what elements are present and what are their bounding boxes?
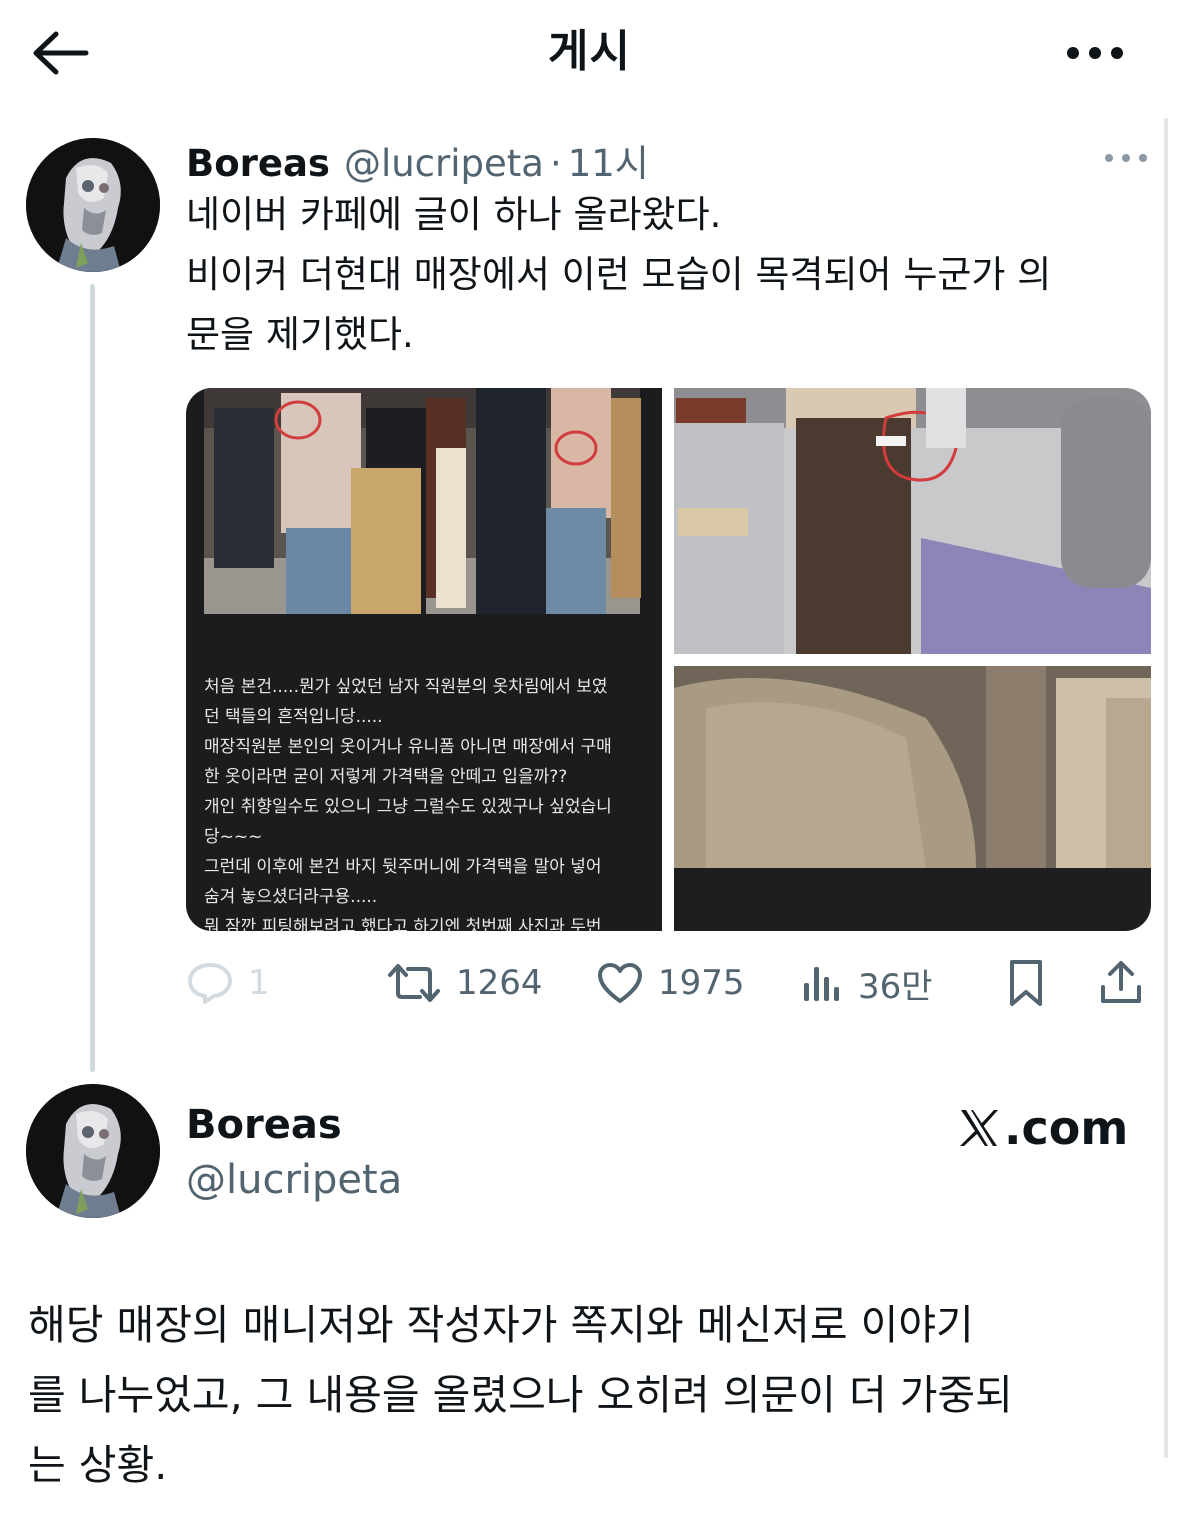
tweet-text: 네이버 카페에 글이 하나 올라왔다. 비이커 더현대 매장에서 이런 모습이 … (186, 185, 1161, 365)
tweet-time[interactable]: 11시 (568, 133, 649, 187)
view-count: 36만 (858, 966, 933, 1007)
reply-count: 1 (248, 963, 270, 1003)
media-text-line: 처음 본건.....뭔가 싶었던 남자 직원분의 옷차림에서 보였 (204, 677, 608, 697)
retweet-button[interactable]: 1264 (386, 950, 543, 1016)
thread-connector (90, 284, 95, 1072)
media-image-top-right[interactable] (674, 388, 1151, 654)
tweet-text-line: 비이커 더현대 매장에서 이런 모습이 목격되어 누군가 의 (186, 253, 1052, 296)
heart-icon (598, 963, 642, 1003)
media-text-line: 매장직원분 본인의 옷이거나 유니폼 아니면 매장에서 구매 (204, 737, 612, 757)
media-text-line: 개인 취향일수도 있으니 그냥 그럴수도 있겠구나 싶었습니 (204, 797, 612, 817)
tweet-text-line: 네이버 카페에 글이 하나 올라왔다. (186, 193, 722, 236)
tweet-actions: 1 1264 1975 36만 (186, 950, 1151, 1016)
more-horizontal-icon (1105, 154, 1147, 162)
top-bar: 게시 (0, 0, 1179, 105)
like-button[interactable]: 1975 (596, 950, 745, 1016)
share-icon (1101, 961, 1141, 1003)
media-image-bottom-right[interactable] (674, 666, 1151, 931)
more-horizontal-icon (1067, 47, 1123, 59)
caption-line: 를 나누었고, 그 내용을 올렸으나 오히려 의문이 더 가중되 (28, 1371, 1013, 1419)
bar-chart-icon (804, 967, 839, 1001)
retweet-icon (388, 964, 440, 1002)
bookmark-icon (1010, 960, 1042, 1006)
share-button[interactable] (1098, 950, 1144, 1016)
tweet-more-button[interactable] (1098, 144, 1154, 172)
reply-button[interactable]: 1 (186, 950, 270, 1016)
caption-text: 해당 매장의 매니저와 작성자가 쪽지와 메신저로 이야기 를 나누었고, 그 … (28, 1290, 1158, 1500)
media-text-line: 뭐 잠깐 피팅해보려고 했다고 하기엔 첫번째 사진과 두번 (204, 917, 602, 931)
separator: · (549, 142, 562, 185)
x-logo-icon (960, 1110, 998, 1146)
reply-icon (188, 963, 232, 1004)
retweet-count: 1264 (456, 963, 543, 1003)
media-image-left[interactable]: 처음 본건.....뭔가 싶었던 남자 직원분의 옷차림에서 보였 던 택들의 … (186, 388, 662, 931)
avatar[interactable] (26, 138, 160, 272)
views-button[interactable]: 36만 (800, 950, 933, 1016)
site-label: .com (1004, 1101, 1129, 1155)
tweet-text-line: 문을 제기했다. (186, 313, 414, 356)
page-title: 게시 (548, 26, 631, 77)
card-author-handle[interactable]: @lucripeta (186, 1155, 402, 1205)
tweet-header: Boreas @lucripeta · 11시 (186, 133, 649, 185)
media-text-line: 그런데 이후에 본건 바지 뒷주머니에 가격택을 말아 넣어 (204, 857, 602, 877)
media-text-line: 한 옷이라면 굳이 저렇게 가격택을 안떼고 입을까?? (204, 767, 567, 787)
more-options-button[interactable] (1060, 28, 1130, 78)
avatar[interactable] (26, 1084, 160, 1218)
bookmark-button[interactable] (1004, 950, 1048, 1016)
media-text-line: 던 택들의 흔적입니당..... (204, 707, 383, 727)
like-count: 1975 (658, 963, 745, 1003)
scrollbar[interactable] (1164, 118, 1168, 1458)
caption-line: 는 상황. (28, 1441, 168, 1489)
author-handle[interactable]: @lucripeta (344, 142, 544, 185)
x-com-logo: .com (958, 1100, 1128, 1156)
media-text-line: 당~~~ (204, 827, 262, 847)
tweet-media[interactable]: 처음 본건.....뭔가 싶었던 남자 직원분의 옷차림에서 보였 던 택들의 … (186, 388, 1151, 931)
media-text-line: 숨겨 놓으셨더라구용..... (204, 887, 377, 907)
author-name[interactable]: Boreas (186, 142, 330, 185)
card-author-name[interactable]: Boreas (186, 1100, 342, 1150)
caption-line: 해당 매장의 매니저와 작성자가 쪽지와 메신저로 이야기 (28, 1301, 974, 1349)
